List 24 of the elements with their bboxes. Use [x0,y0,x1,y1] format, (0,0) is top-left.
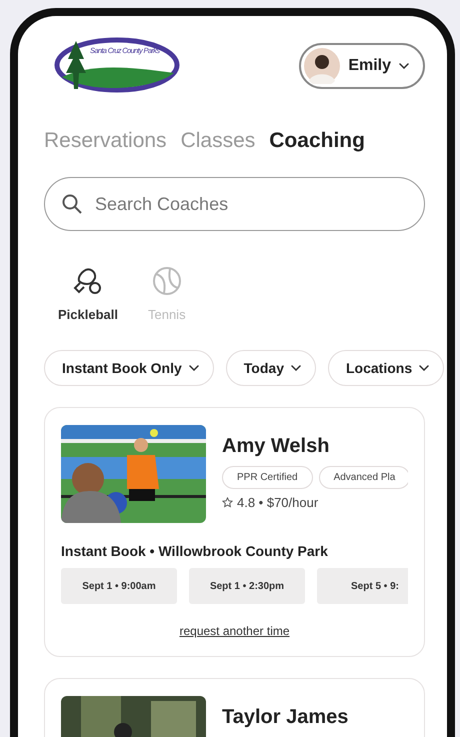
tag: Advanced Pla [318,466,408,489]
chevron-icon [291,365,301,371]
time-slot[interactable]: Sept 1 • 2:30pm [189,568,305,604]
coach-name: Amy Welsh [222,435,330,458]
avatar [304,48,340,84]
ball-icon [150,265,183,297]
coach-name: Taylor James [222,706,350,729]
star-icon [222,497,233,508]
user-menu-button[interactable]: Emily [299,43,425,89]
filter-dropdown[interactable]: Today [226,350,316,386]
tag: PPR Certified [222,466,313,489]
chevron-icon [188,365,199,371]
search-field[interactable]: Search Coaches [44,177,425,231]
tab[interactable]: Coaching [269,129,365,153]
time-slot[interactable]: Sept 5 • 9: [317,568,408,604]
request-link[interactable]: request another time [179,624,290,638]
rating-price: 4.8 • $70/hour [237,495,318,510]
booking-location: Instant Book • Willowbrook County Park [61,543,329,559]
chevron-icon [399,63,409,69]
chevron-icon [419,365,430,371]
time-slot[interactable]: Sept 1 • 9:00am [61,568,177,604]
filter-dropdown[interactable]: Locations [328,350,444,386]
filter-dropdown[interactable]: Instant Book Only [44,350,214,386]
sport-option[interactable]: Pickleball [58,265,118,322]
